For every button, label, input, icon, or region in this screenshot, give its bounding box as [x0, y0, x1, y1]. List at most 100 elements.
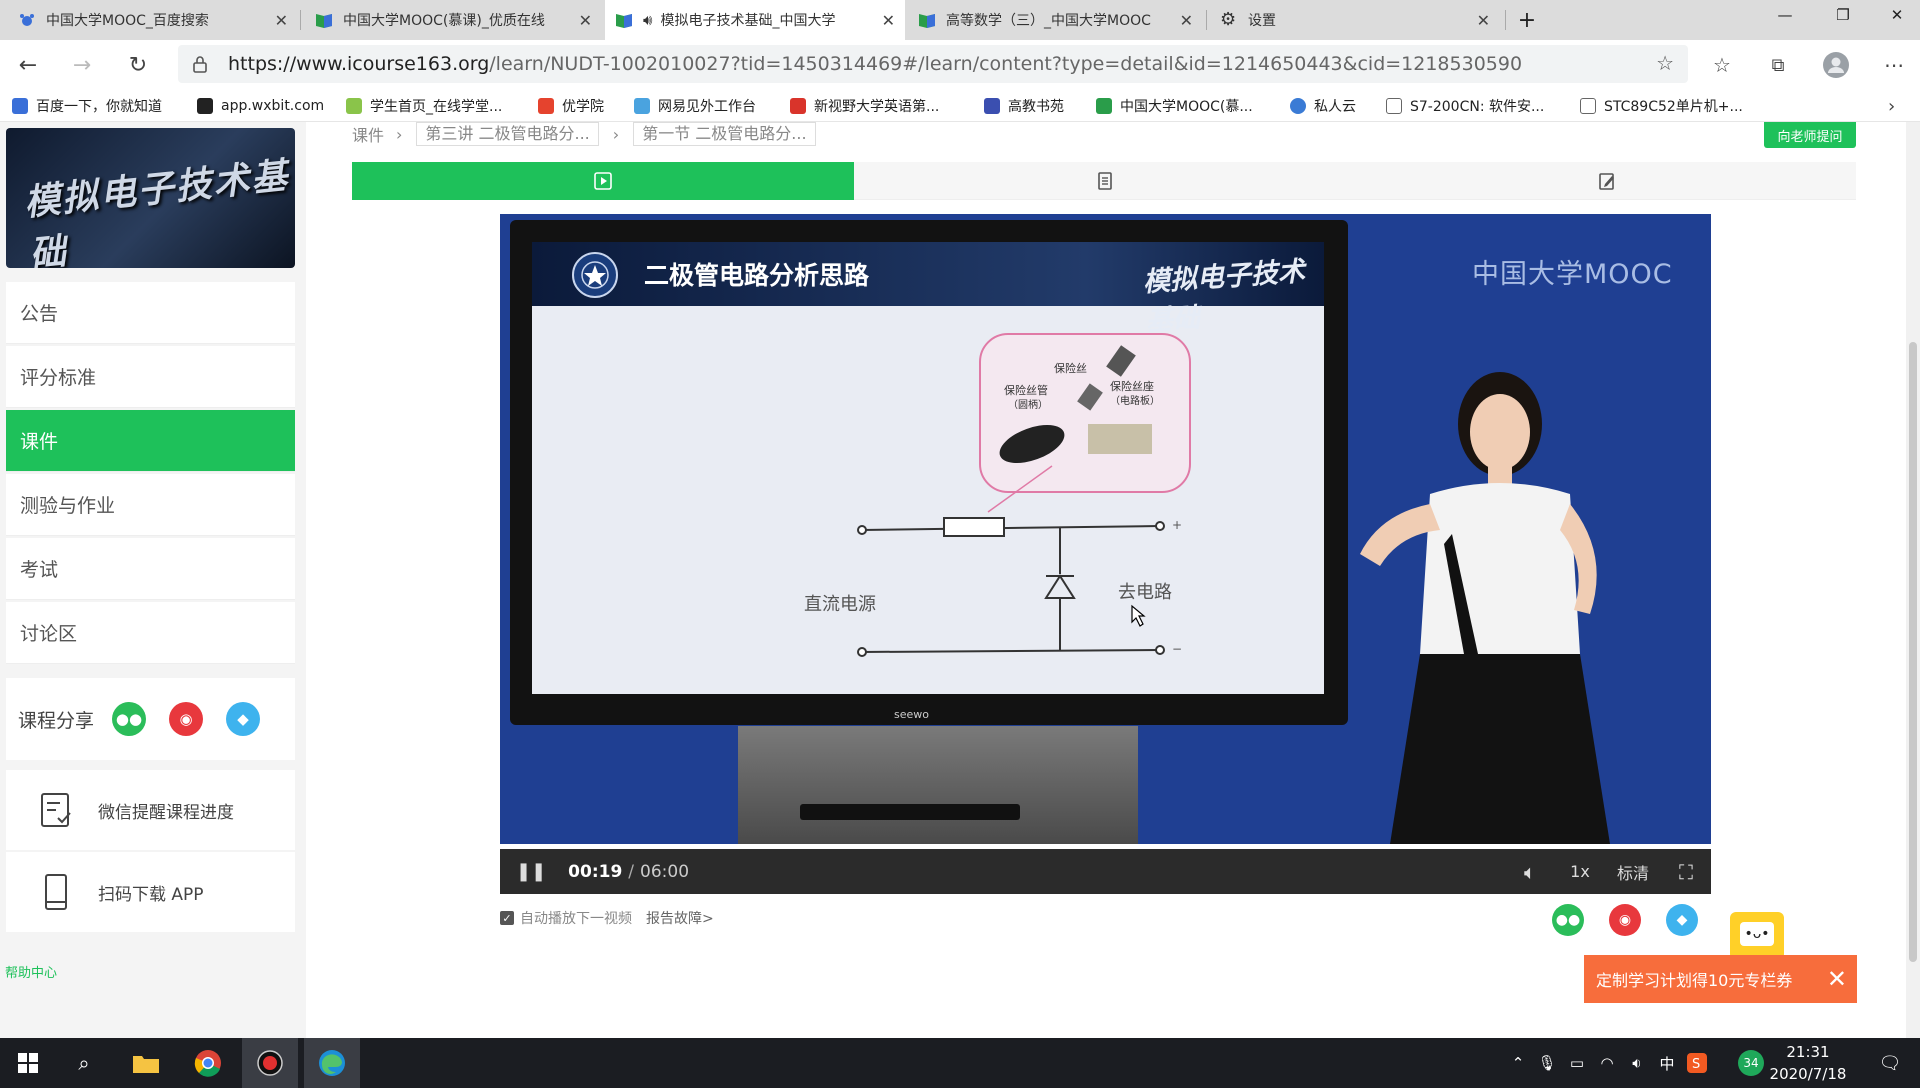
restore-button[interactable]: ❐ — [1820, 0, 1866, 30]
action-center-icon[interactable]: 🗨︎ — [1870, 1038, 1910, 1088]
bookmark-item[interactable]: 优学院 — [538, 94, 604, 118]
chevron-right-icon[interactable]: › — [1888, 94, 1895, 118]
download-app-button[interactable]: 扫码下载 APP — [6, 852, 295, 932]
sidebar-item-forum[interactable]: 讨论区 — [6, 602, 295, 664]
recorder-app-icon[interactable] — [242, 1038, 298, 1088]
more-menu-icon[interactable]: ⋯ — [1876, 48, 1912, 82]
sidebar-item-exams[interactable]: 考试 — [6, 538, 295, 600]
ime-indicator[interactable]: 中 — [1654, 1038, 1680, 1088]
close-icon[interactable]: ✕ — [579, 11, 592, 30]
course-share: 课程分享 ●● ◉ ◆ — [6, 678, 295, 760]
tab-notes[interactable] — [1356, 162, 1858, 200]
microphone-icon[interactable]: 🎙︎ — [1534, 1038, 1560, 1088]
close-icon[interactable]: ✕ — [1180, 11, 1193, 30]
tab-baidu-search[interactable]: 中国大学MOOC_百度搜索 ✕ — [8, 0, 298, 40]
bookmark-item[interactable]: app.wxbit.com — [197, 94, 324, 118]
file-explorer-icon[interactable] — [118, 1038, 174, 1088]
collections-icon[interactable]: ⧉ — [1760, 48, 1796, 82]
sogou-icon[interactable]: S — [1684, 1038, 1710, 1088]
window-close-button[interactable]: ✕ — [1874, 0, 1920, 30]
bookmark-icon — [538, 98, 554, 114]
sidebar-item-announcements[interactable]: 公告 — [6, 282, 295, 344]
chrome-icon[interactable] — [180, 1038, 236, 1088]
bookmark-item[interactable]: STC89C52单片机+... — [1580, 94, 1743, 118]
qq-icon[interactable]: ◆ — [1666, 904, 1698, 936]
help-center-link[interactable]: 帮助中心 — [5, 962, 57, 981]
close-icon[interactable]: ✕ — [1477, 11, 1490, 30]
fullscreen-icon[interactable]: ⛶ — [1666, 849, 1706, 894]
close-icon[interactable]: ✕ — [1827, 965, 1847, 993]
browser-toolbar: ← → ↻ https://www.icourse163.org/learn/N… — [0, 40, 1920, 90]
weibo-icon[interactable]: ◉ — [169, 702, 204, 736]
page-scrollbar[interactable] — [1906, 122, 1920, 1038]
minimize-button[interactable]: — — [1762, 0, 1808, 30]
pause-icon[interactable]: ❚❚ — [516, 861, 546, 882]
back-button[interactable]: ← — [10, 48, 46, 82]
ask-teacher-button[interactable]: 向老师提问 — [1764, 122, 1856, 148]
bookmark-item[interactable]: 学生首页_在线学堂... — [346, 94, 502, 118]
bookmark-item[interactable]: 新视野大学英语第... — [790, 94, 939, 118]
tab-icourse-home[interactable]: 中国大学MOOC(慕课)_优质在线 ✕ — [305, 0, 602, 40]
edge-icon[interactable] — [304, 1038, 360, 1088]
tab-course-active[interactable]: 🔊︎ 模拟电子技术基础_中国大学 ✕ — [605, 0, 905, 40]
search-icon[interactable]: ⌕ — [56, 1038, 112, 1088]
scrollbar-thumb[interactable] — [1909, 342, 1917, 962]
bookmark-icon — [197, 98, 213, 114]
breadcrumb: 课件 › 第三讲 二极管电路分... › 第一节 二极管电路分... — [352, 122, 830, 146]
close-icon[interactable]: ✕ — [275, 11, 288, 30]
promo-text: 定制学习计划得10元专栏券 — [1596, 971, 1793, 990]
wechat-reminder-button[interactable]: 微信提醒课程进度 — [6, 770, 295, 850]
video-player[interactable]: 二极管电路分析思路 模拟电子技术基础 保险丝 保险丝管 （圆柄） 保险丝座 （电… — [500, 214, 1711, 844]
promo-banner[interactable]: 定制学习计划得10元专栏券 ✕ — [1584, 955, 1857, 1003]
new-tab-button[interactable]: + — [1504, 2, 1550, 38]
bookmark-item[interactable]: S7-200CN: 软件安... — [1386, 94, 1544, 118]
tab-label: 设置 — [1248, 13, 1276, 29]
bookmark-label: 优学院 — [562, 99, 604, 115]
bookmark-item[interactable]: 高教书苑 — [984, 94, 1064, 118]
share-label: 课程分享 — [18, 709, 95, 732]
tab-settings[interactable]: ⚙ 设置 ✕ — [1210, 0, 1500, 40]
mascot-icon[interactable]: •ᴗ• — [1730, 912, 1784, 960]
bookmark-item[interactable]: 中国大学MOOC(慕... — [1096, 94, 1253, 118]
speed-button[interactable]: 1x — [1560, 849, 1600, 894]
tab-document[interactable] — [854, 162, 1356, 200]
course-banner: 模拟电子技术基础 — [6, 128, 295, 268]
section-select[interactable]: 第一节 二极管电路分... — [633, 122, 816, 146]
system-clock[interactable]: 21:31 2020/7/18 — [1748, 1041, 1868, 1085]
address-bar[interactable]: https://www.icourse163.org/learn/NUDT-10… — [178, 45, 1688, 83]
autoplay-checkbox[interactable]: ✓ — [500, 911, 514, 925]
tab-calculus[interactable]: 高等数学（三）_中国大学MOOC ✕ — [908, 0, 1203, 40]
chevron-up-icon[interactable]: ⌃ — [1506, 1038, 1530, 1088]
lecture-select[interactable]: 第三讲 二极管电路分... — [416, 122, 599, 146]
bookmark-item[interactable]: 私人云 — [1290, 94, 1356, 118]
profile-avatar[interactable] — [1818, 48, 1854, 82]
tab-divider — [1206, 10, 1207, 30]
windows-start-icon[interactable] — [0, 1038, 56, 1088]
breadcrumb-root[interactable]: 课件 — [352, 122, 384, 146]
bookmark-label: 私人云 — [1314, 99, 1356, 115]
close-icon[interactable]: ✕ — [882, 11, 895, 30]
sidebar-item-grading[interactable]: 评分标准 — [6, 346, 295, 408]
forward-button[interactable]: → — [64, 48, 100, 82]
bookmark-item[interactable]: 网易见外工作台 — [634, 94, 756, 118]
bookmark-icon — [1290, 98, 1306, 114]
wechat-icon[interactable]: ●● — [1552, 904, 1584, 936]
tab-video[interactable] — [352, 162, 854, 200]
report-issue-link[interactable]: 报告故障> — [646, 908, 714, 928]
wifi-icon[interactable]: ◠ — [1594, 1038, 1620, 1088]
weibo-icon[interactable]: ◉ — [1609, 904, 1641, 936]
volume-icon[interactable]: 🔉︎ — [1624, 1038, 1650, 1088]
qq-icon[interactable]: ◆ — [226, 702, 261, 736]
audio-playing-icon[interactable]: 🔊︎ — [643, 11, 652, 29]
bookmark-item[interactable]: 百度一下，你就知道 — [12, 94, 162, 118]
sidebar-item-quizzes[interactable]: 测验与作业 — [6, 474, 295, 536]
video-controls: ❚❚ 00:19 / 06:00 🔈︎ 1x 标清 ⛶ — [500, 849, 1711, 894]
sidebar-item-courseware[interactable]: 课件 — [6, 410, 295, 472]
favorites-icon[interactable]: ☆ — [1704, 48, 1740, 82]
star-icon[interactable]: ☆ — [1656, 51, 1674, 75]
battery-icon[interactable]: ▭ — [1564, 1038, 1590, 1088]
wechat-icon[interactable]: ●● — [112, 702, 147, 736]
reload-button[interactable]: ↻ — [120, 48, 156, 82]
volume-icon[interactable]: 🔈︎ — [1510, 849, 1550, 894]
quality-button[interactable]: 标清 — [1608, 849, 1658, 894]
